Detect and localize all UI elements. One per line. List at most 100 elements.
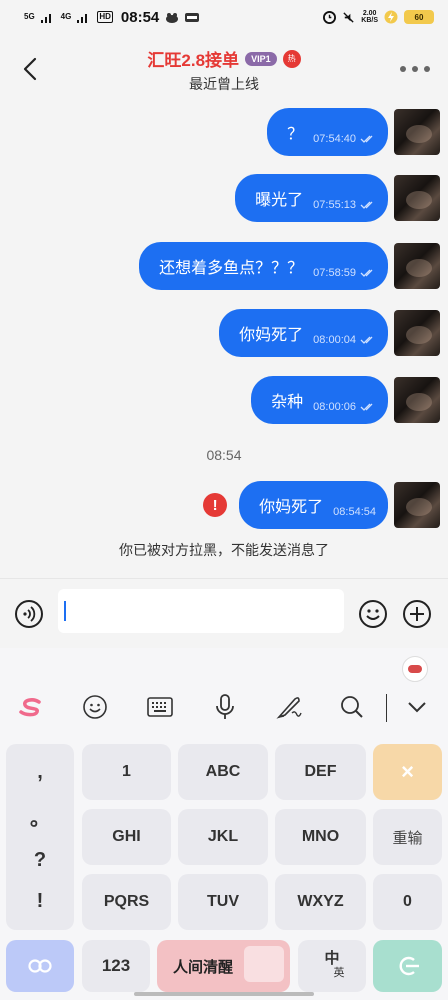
key-abc[interactable]: ABC (178, 744, 268, 800)
status-right: 2.00 KB/S 60 (323, 10, 434, 24)
message-input[interactable] (58, 589, 344, 633)
keyboard-mascot-icon[interactable] (402, 656, 428, 682)
toggle-english-label: 英 (333, 967, 345, 979)
toggle-chinese-label: 中 (324, 950, 340, 967)
symbol-key[interactable]: 。 (30, 802, 50, 831)
signal-icon (77, 13, 88, 23)
network-4g: 4G (60, 12, 72, 21)
read-checkmarks-icon (360, 135, 373, 143)
contact-name[interactable]: 汇旺2.8接单 (147, 46, 239, 71)
loop-icon (28, 959, 52, 973)
avatar[interactable] (394, 175, 440, 221)
ime-keyboard: , 。 ? ! 1 ABC DEF × GHI JKL MNO 重输 PQRS … (0, 648, 448, 1000)
message-text: 你妈死了 (239, 327, 304, 344)
key-jkl[interactable]: JKL (178, 809, 268, 865)
text-caret (64, 601, 66, 621)
microphone-icon[interactable] (210, 692, 240, 722)
message-row: 曝光了 07:55:13 (235, 174, 440, 222)
enter-button[interactable] (373, 940, 442, 992)
dot-icon (424, 66, 430, 72)
handwriting-icon[interactable] (274, 692, 304, 722)
sogou-logo-icon[interactable] (16, 692, 46, 722)
dot-icon (412, 66, 418, 72)
input-mode-button[interactable] (6, 940, 74, 992)
reset-input-button[interactable]: 重输 (373, 809, 442, 865)
message-time: 07:55:13 (313, 199, 356, 211)
time-divider: 08:54 (206, 447, 242, 463)
status-bar: 5G 4G HD 08:54 2.00 KB/S 60 (0, 0, 448, 34)
message-text: ？ (287, 126, 304, 143)
symbol-key[interactable]: , (37, 761, 43, 784)
collapse-keyboard-icon[interactable] (402, 692, 432, 722)
chat-area[interactable]: ？ 07:54:40 曝光了 07:55:13 还想着多鱼点？？？ 07:58:… (0, 102, 448, 578)
title-row: 汇旺2.8接单 VIP1 热 (0, 46, 448, 71)
emoji-icon[interactable] (80, 692, 110, 722)
avatar[interactable] (394, 377, 440, 423)
read-checkmarks-icon (360, 336, 373, 344)
network-speed: 2.00 KB/S (361, 10, 378, 24)
message-bubble[interactable]: 杂种 08:00:06 (251, 376, 388, 424)
symbol-key[interactable]: ! (37, 890, 44, 913)
read-checkmarks-icon (360, 269, 373, 277)
avatar[interactable] (394, 243, 440, 289)
message-row: 还想着多鱼点？？？ 07:58:59 (139, 242, 440, 290)
failed-message-row: ! 你妈死了 08:54:54 (203, 481, 440, 529)
home-indicator[interactable] (134, 992, 314, 996)
clock: 08:54 (120, 8, 160, 26)
alarm-icon (323, 10, 337, 24)
key-wxyz[interactable]: WXYZ (275, 874, 366, 930)
network-5g: 5G (24, 12, 35, 21)
message-time: 08:00:04 (313, 334, 356, 346)
key-0[interactable]: 0 (373, 874, 442, 930)
space-label: 人间清醒 (173, 958, 234, 976)
message-text: 杂种 (271, 394, 304, 411)
keyboard-icon[interactable] (145, 692, 175, 722)
charging-icon (384, 10, 398, 24)
key-tuv[interactable]: TUV (178, 874, 268, 930)
app-notification-icon (185, 12, 200, 22)
message-text: 还想着多鱼点？？？ (159, 260, 304, 277)
add-attachment-icon[interactable] (402, 599, 432, 629)
key-ghi[interactable]: GHI (82, 809, 171, 865)
more-options-button[interactable] (400, 64, 430, 74)
dot-icon (400, 66, 406, 72)
send-failed-icon[interactable]: ! (203, 493, 228, 517)
message-time: 08:00:06 (313, 401, 356, 413)
avatar[interactable] (394, 109, 440, 155)
message-row: ？ 07:54:40 (267, 108, 440, 156)
message-time: 07:58:59 (313, 267, 356, 279)
emoji-icon[interactable] (358, 599, 388, 629)
message-bubble[interactable]: 曝光了 07:55:13 (235, 174, 388, 222)
input-bar (0, 578, 448, 648)
chinese-english-toggle[interactable]: 中 英 (298, 940, 366, 992)
chat-header: 汇旺2.8接单 VIP1 热 最近曾上线 (0, 34, 448, 102)
key-def[interactable]: DEF (275, 744, 366, 800)
delete-button[interactable]: × (373, 744, 442, 800)
message-bubble[interactable]: 你妈死了 08:54:54 (239, 481, 388, 529)
keyboard-toolbar (0, 688, 448, 728)
message-time: 08:54:54 (333, 506, 376, 518)
avatar[interactable] (394, 482, 440, 528)
space-button[interactable]: 人间清醒 (157, 940, 290, 992)
symbol-key[interactable]: ? (34, 849, 46, 872)
key-pqrs[interactable]: PQRS (82, 874, 171, 930)
toolbar-separator (386, 694, 387, 722)
search-icon[interactable] (337, 692, 367, 722)
message-bubble[interactable]: ？ 07:54:40 (267, 108, 388, 156)
voice-input-icon[interactable] (14, 599, 44, 629)
symbol-column: , 。 ? ! (6, 744, 74, 930)
online-status: 最近曾上线 (189, 76, 259, 92)
vip-badge: VIP1 (245, 51, 277, 66)
message-row: 杂种 08:00:06 (251, 376, 440, 424)
space-decoration-icon (244, 946, 284, 982)
message-bubble[interactable]: 还想着多鱼点？？？ 07:58:59 (139, 242, 388, 290)
numbers-button[interactable]: 123 (82, 940, 150, 992)
avatar[interactable] (394, 310, 440, 356)
message-row: 你妈死了 08:00:04 (219, 309, 440, 357)
mute-icon (343, 11, 354, 23)
message-text: 曝光了 (255, 192, 304, 209)
status-left: 5G 4G HD 08:54 (24, 8, 200, 26)
key-1[interactable]: 1 (82, 744, 171, 800)
key-mno[interactable]: MNO (275, 809, 366, 865)
message-bubble[interactable]: 你妈死了 08:00:04 (219, 309, 388, 357)
